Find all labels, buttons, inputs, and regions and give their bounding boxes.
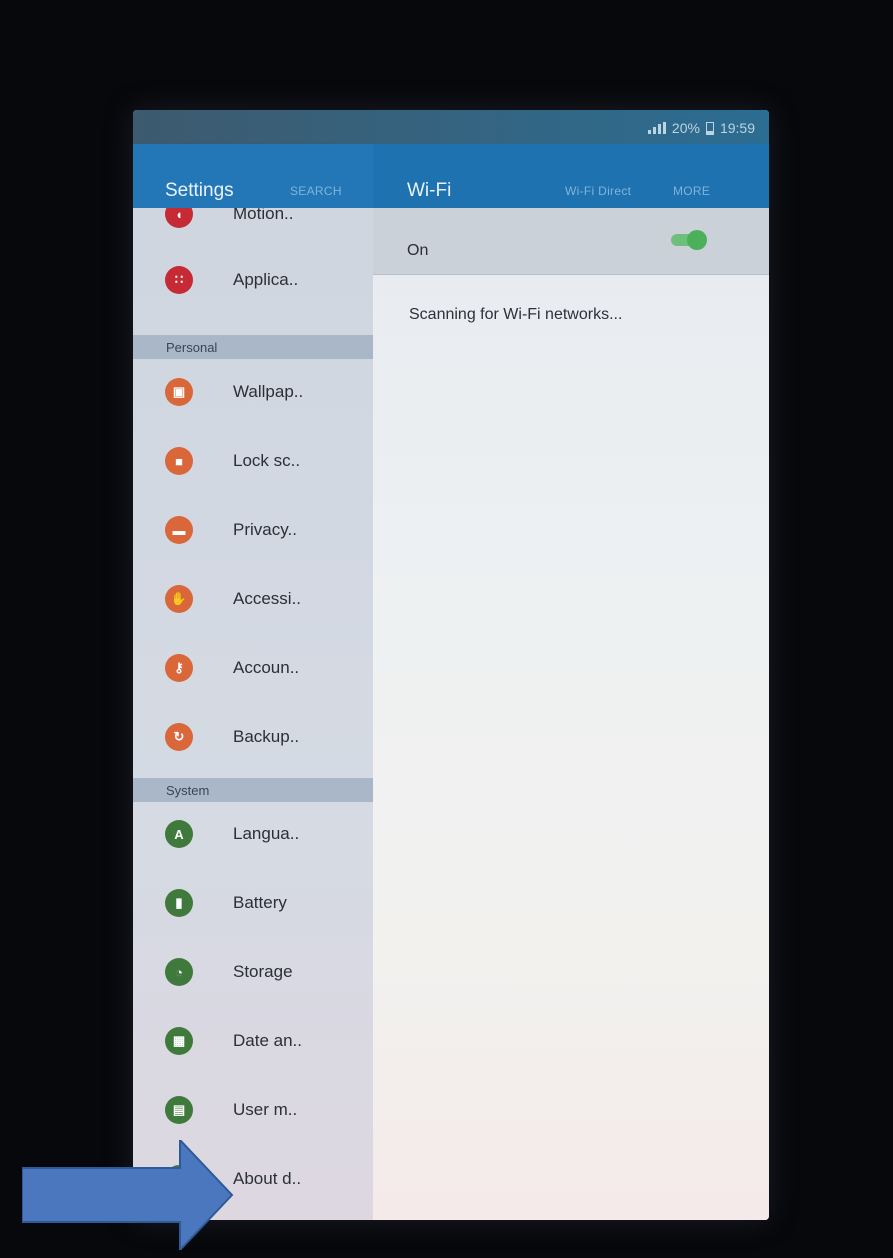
menu-item-label: Motion..	[233, 208, 294, 223]
menu-item-label: Accessi..	[233, 589, 302, 608]
menu-item[interactable]: ▬ Privacy..	[133, 496, 373, 564]
language-icon: A	[165, 820, 193, 848]
menu-item-label: User m..	[233, 1100, 298, 1119]
calendar-icon: ▦	[165, 1027, 193, 1055]
wifi-toggle[interactable]	[671, 230, 707, 250]
menu-item-label: Applica..	[233, 270, 299, 289]
storage-icon: ◔	[165, 958, 193, 986]
menu-item[interactable]: ▦ Date an..	[133, 1007, 373, 1075]
backup-icon: ↻	[165, 723, 193, 751]
search-button[interactable]: SEARCH	[290, 184, 342, 198]
wifi-switch-row[interactable]: On	[373, 208, 769, 275]
menu-item-label: Accoun..	[233, 658, 300, 677]
menu-item[interactable]: ∷ Applica..	[133, 246, 373, 314]
settings-title: Settings	[165, 180, 234, 201]
menu-item[interactable]: ◖ Motion..	[133, 208, 373, 248]
menu-item[interactable]: ▤ User m..	[133, 1076, 373, 1144]
section-header-system: System	[133, 778, 373, 802]
wifi-panel: On Scanning for Wi-Fi networks...	[373, 208, 769, 1220]
battery-level: 20%	[671, 120, 700, 136]
manual-icon: ▤	[165, 1096, 193, 1124]
wifi-title: Wi-Fi	[407, 180, 452, 201]
more-button[interactable]: MORE	[673, 184, 710, 198]
menu-item[interactable]: ■ Lock sc..	[133, 427, 373, 495]
menu-item-label: Privacy..	[233, 520, 297, 539]
wifi-switch-label: On	[407, 242, 429, 259]
menu-item-label: Langua..	[233, 824, 300, 843]
menu-item-label: Backup..	[233, 727, 300, 746]
lock-icon: ■	[165, 447, 193, 475]
motion-icon: ◖	[165, 208, 193, 228]
key-icon: ⚷	[165, 654, 193, 682]
menu-item-label: Date an..	[233, 1031, 302, 1050]
annotation-arrow-icon	[22, 1140, 234, 1250]
menu-item[interactable]: ⚷ Accoun..	[133, 634, 373, 702]
menu-item-label: Battery	[233, 893, 287, 912]
menu-item[interactable]: ▣ Wallpap..	[133, 358, 373, 426]
menu-item[interactable]: ▮ Battery	[133, 869, 373, 937]
toggle-knob	[687, 230, 707, 250]
menu-item-label: Wallpap..	[233, 382, 304, 401]
wifi-app-bar: Wi-Fi Wi-Fi Direct MORE	[373, 144, 769, 208]
menu-item[interactable]: ↻ Backup..	[133, 703, 373, 771]
status-bar: 20% 19:59	[133, 110, 769, 144]
wifi-direct-button[interactable]: Wi-Fi Direct	[565, 184, 631, 198]
menu-item[interactable]: ◔ Storage	[133, 938, 373, 1006]
apps-grid-icon: ∷	[165, 266, 193, 294]
menu-item-label: Storage	[233, 962, 293, 981]
battery-status-icon	[705, 121, 714, 135]
menu-item-label: About d..	[233, 1169, 302, 1188]
section-header-personal: Personal	[133, 335, 373, 359]
battery-icon: ▮	[165, 889, 193, 917]
scanning-status: Scanning for Wi-Fi networks...	[409, 306, 623, 323]
status-icons: 20% 19:59	[647, 120, 755, 136]
menu-item[interactable]: A Langua..	[133, 800, 373, 868]
settings-app-bar: Settings SEARCH	[133, 144, 373, 208]
section-header-label: System	[166, 783, 210, 798]
privacy-icon: ▬	[165, 516, 193, 544]
section-header-label: Personal	[166, 340, 218, 355]
tablet-screen: 20% 19:59 Settings SEARCH Wi-Fi Wi-Fi Di…	[133, 110, 769, 1220]
accessibility-icon: ✋	[165, 585, 193, 613]
settings-menu[interactable]: ◖ Motion.. ∷ Applica.. Personal ▣ Wallpap.. ■ Lo…	[133, 208, 373, 1220]
signal-icon	[647, 122, 666, 134]
menu-item-label: Lock sc..	[233, 451, 301, 470]
wallpaper-icon: ▣	[165, 378, 193, 406]
menu-item[interactable]: ✋ Accessi..	[133, 565, 373, 633]
clock: 19:59	[719, 120, 755, 136]
